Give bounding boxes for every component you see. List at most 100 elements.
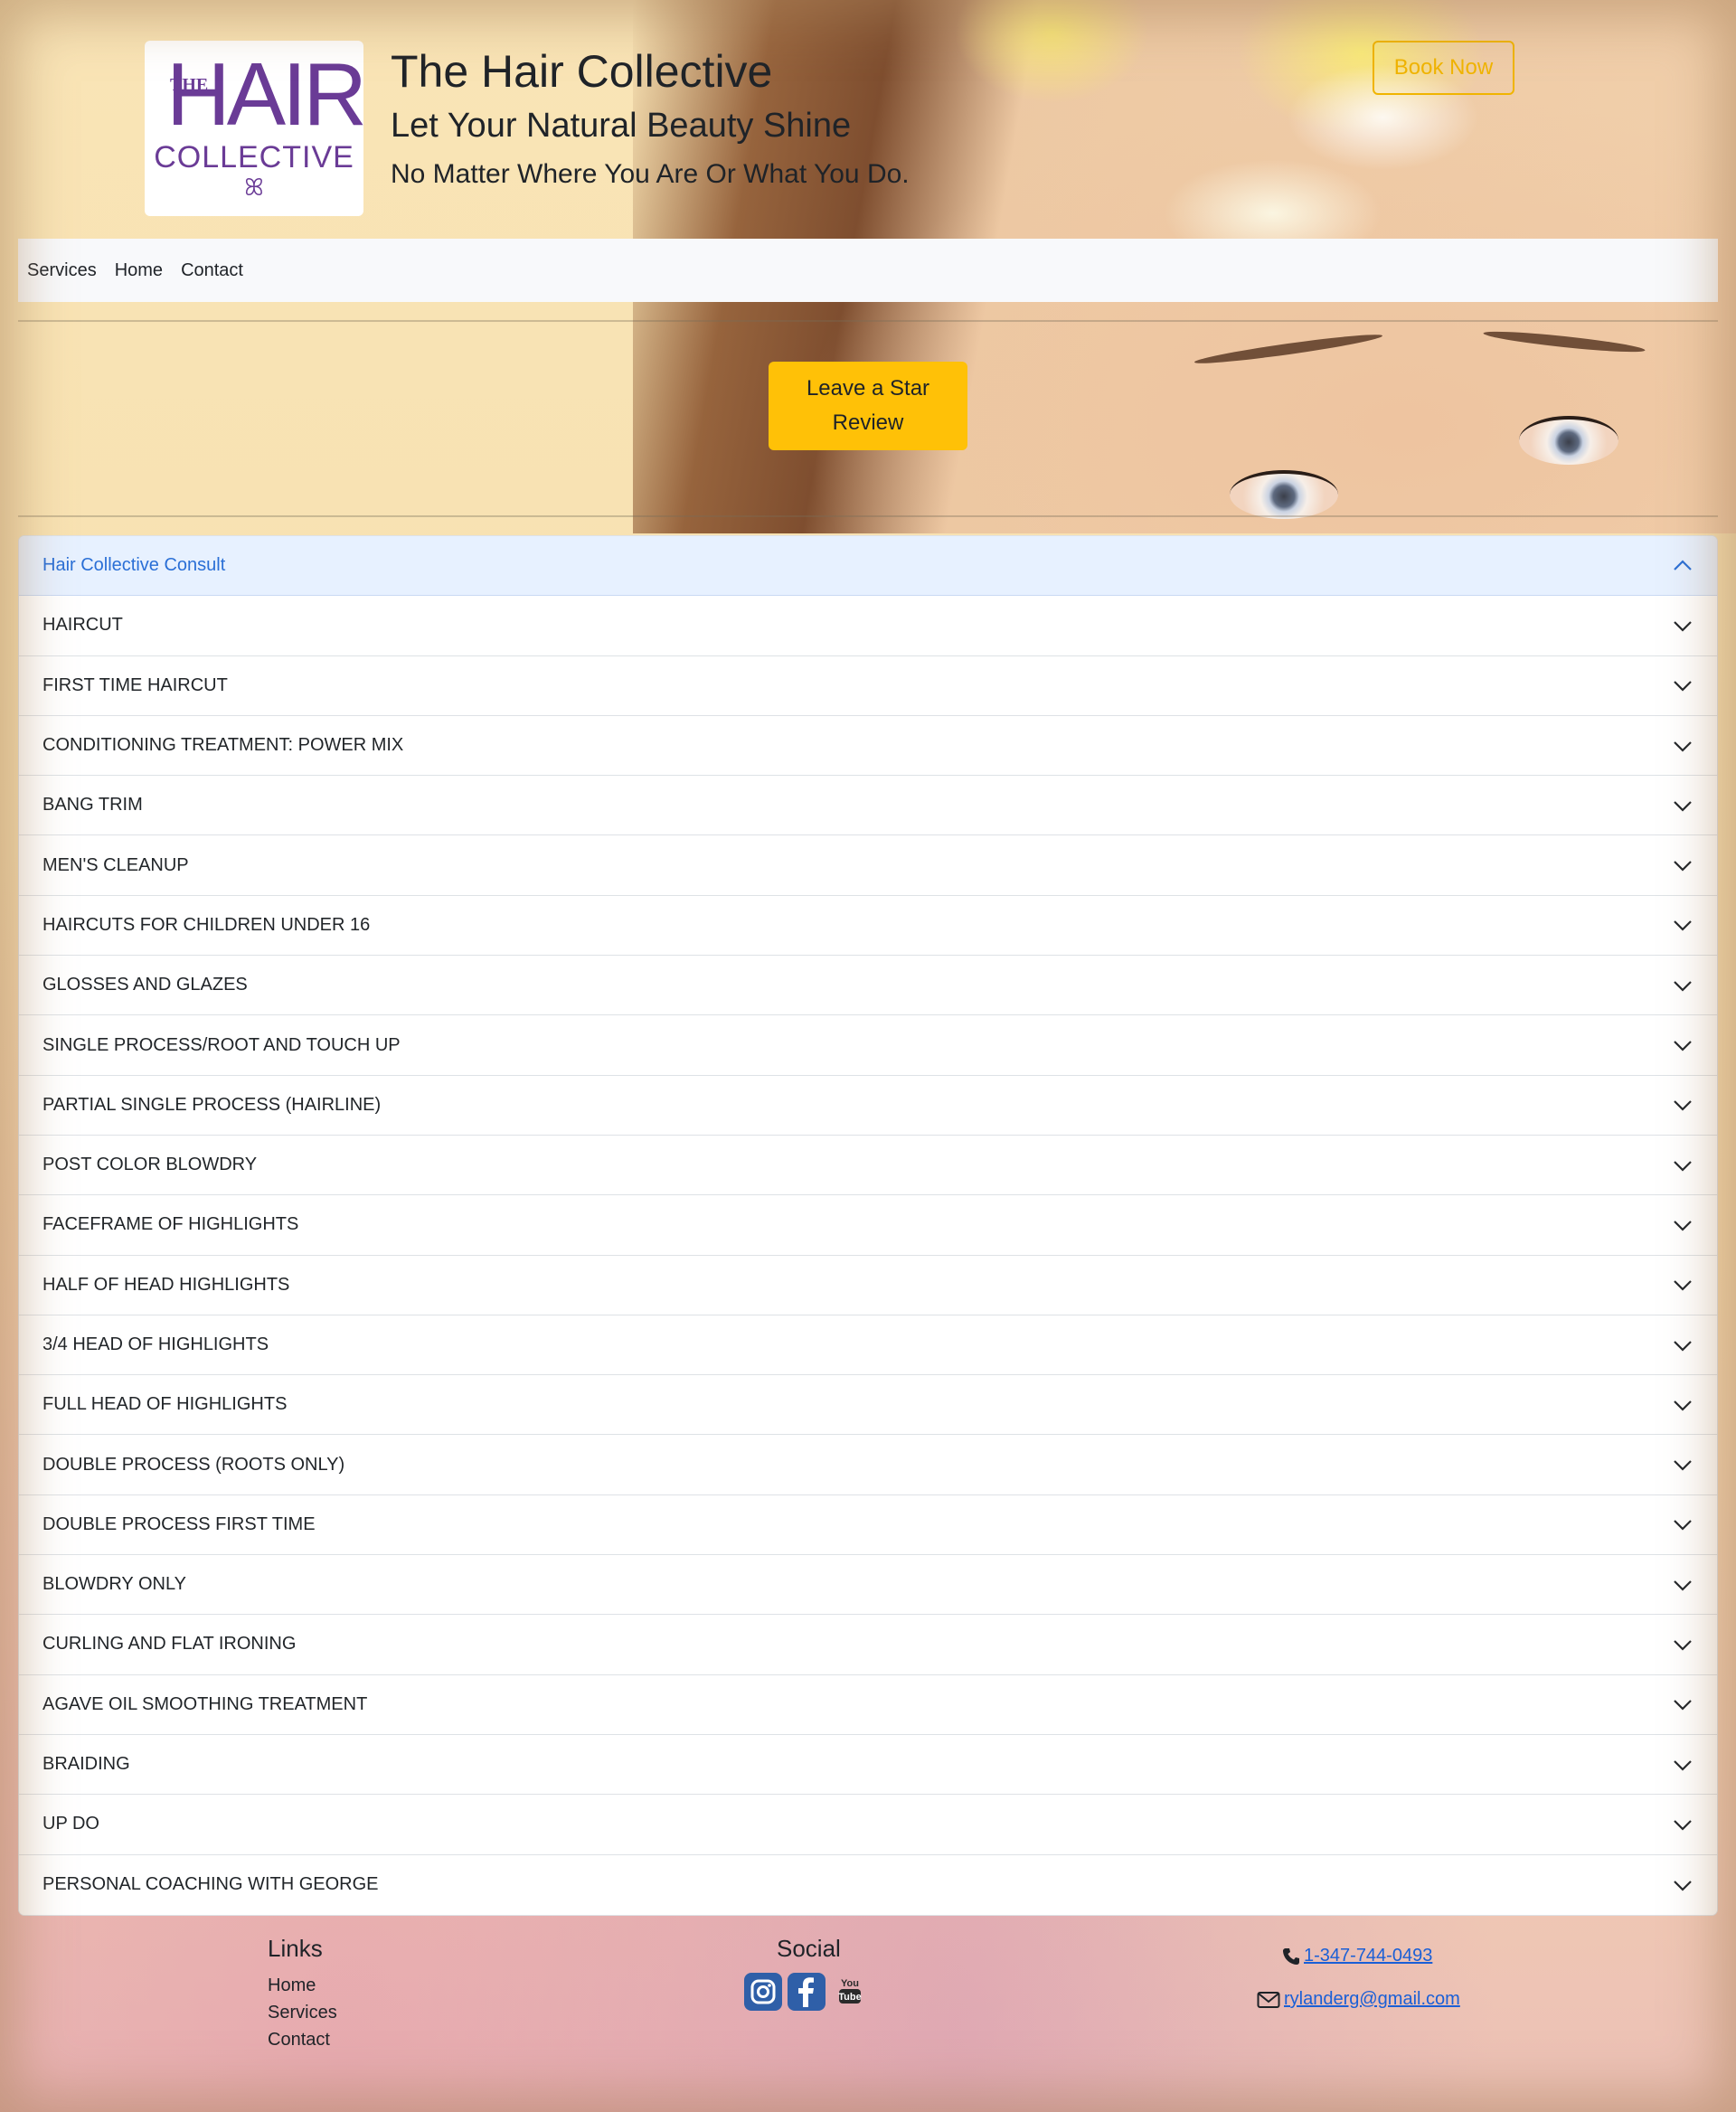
footer-link-home[interactable]: Home [268,1975,316,1996]
accordion-item-label: AGAVE OIL SMOOTHING TREATMENT [42,1693,368,1714]
accordion-item[interactable]: GLOSSES AND GLAZES [19,956,1717,1016]
accordion-item[interactable]: MEN'S CLEANUP [19,835,1717,896]
accordion-item-label: CURLING AND FLAT IRONING [42,1634,297,1655]
accordion-item[interactable]: UP DO [19,1795,1717,1855]
accordion-item[interactable]: DOUBLE PROCESS (ROOTS ONLY) [19,1435,1717,1495]
accordion-item-label: FULL HEAD OF HIGHLIGHTS [42,1394,288,1415]
chevron-down-icon [1674,1579,1692,1591]
accordion-item[interactable]: HAIRCUT [19,596,1717,656]
accordion-item-label: UP DO [42,1814,99,1834]
hero-eye-left [1230,470,1338,519]
accordion-item[interactable]: HALF OF HEAD HIGHLIGHTS [19,1255,1717,1315]
chevron-down-icon [1674,861,1692,872]
accordion-item-label: POST COLOR BLOWDRY [42,1155,258,1175]
accordion-item-label: PARTIAL SINGLE PROCESS (HAIRLINE) [42,1094,382,1115]
accordion-item-label: BANG TRIM [42,795,143,816]
footer-email-link[interactable]: rylanderg@gmail.com [1257,1989,1460,2010]
chevron-down-icon [1674,740,1692,752]
footer-phone-text: 1-347-744-0493 [1304,1946,1433,1966]
chevron-down-icon [1674,1221,1692,1231]
accordion-item-label: FIRST TIME HAIRCUT [42,674,228,695]
accordion-item[interactable]: DOUBLE PROCESS FIRST TIME [19,1494,1717,1556]
accordion-item[interactable]: FACEFRAME OF HIGHLIGHTS [19,1195,1717,1256]
facebook-icon[interactable] [788,1973,826,2011]
accordion-item[interactable]: BLOWDRY ONLY [19,1555,1717,1616]
site-subtagline: No Matter Where You Are Or What You Do. [391,159,910,189]
chevron-down-icon [1674,1400,1692,1411]
chevron-down-icon [1674,1640,1692,1651]
accordion-item-label: BRAIDING [42,1754,130,1775]
accordion-item-label: HAIRCUTS FOR CHILDREN UNDER 16 [42,914,371,935]
envelope-icon [1257,1991,1280,2008]
footer-link-services[interactable]: Services [268,2003,337,2023]
chevron-down-icon [1674,1880,1692,1891]
accordion-item[interactable]: BANG TRIM [19,776,1717,836]
hero-eye-right [1519,416,1618,465]
accordion-item-label: DOUBLE PROCESS (ROOTS ONLY) [42,1454,345,1475]
svg-text:Tube: Tube [838,1992,861,2003]
chevron-down-icon [1674,1160,1692,1172]
accordion-item[interactable]: PARTIAL SINGLE PROCESS (HAIRLINE) [19,1075,1717,1136]
chevron-up-icon [1674,560,1692,570]
chevron-down-icon [1674,1340,1692,1352]
chevron-down-icon [1674,980,1692,992]
divider-bottom [18,515,1718,517]
accordion-item[interactable]: CURLING AND FLAT IRONING [19,1615,1717,1675]
nav-link-contact[interactable]: Contact [181,260,243,281]
accordion-item[interactable]: CONDITIONING TREATMENT: POWER MIX [19,715,1717,777]
accordion-item-label: Hair Collective Consult [42,555,226,576]
chevron-down-icon [1674,1460,1692,1471]
main-navbar: Services Home Contact [18,239,1718,302]
youtube-icon[interactable]: You Tube [831,1973,869,2011]
chevron-down-icon [1674,801,1692,812]
accordion-item[interactable]: FIRST TIME HAIRCUT [19,655,1717,716]
accordion-item[interactable]: 3/4 HEAD OF HIGHLIGHTS [19,1315,1717,1376]
chevron-down-icon [1674,1280,1692,1291]
logo-flourish-icon: ꕤ [244,173,264,201]
accordion-item[interactable]: SINGLE PROCESS/ROOT AND TOUCH UP [19,1015,1717,1076]
nav-link-services[interactable]: Services [27,260,97,281]
accordion-item[interactable]: AGAVE OIL SMOOTHING TREATMENT [19,1674,1717,1735]
accordion-item[interactable]: Hair Collective Consult [19,536,1717,597]
chevron-down-icon [1674,681,1692,692]
accordion-item-label: BLOWDRY ONLY [42,1574,186,1595]
chevron-down-icon [1674,1520,1692,1531]
site-logo[interactable]: THE HAIR COLLECTIVE ꕤ [145,41,367,216]
accordion-item[interactable]: POST COLOR BLOWDRY [19,1135,1717,1196]
accordion-item-label: GLOSSES AND GLAZES [42,975,248,995]
accordion-item-label: HAIRCUT [42,615,123,636]
accordion-item[interactable]: HAIRCUTS FOR CHILDREN UNDER 16 [19,895,1717,957]
nav-link-home[interactable]: Home [115,260,163,281]
phone-icon [1283,1947,1299,1965]
book-now-button[interactable]: Book Now [1373,41,1514,95]
leave-review-button[interactable]: Leave a Star Review [769,362,967,450]
chevron-down-icon [1674,920,1692,931]
accordion-item-label: DOUBLE PROCESS FIRST TIME [42,1513,316,1534]
chevron-down-icon [1674,1100,1692,1111]
site-tagline: Let Your Natural Beauty Shine [391,107,852,145]
footer-link-contact[interactable]: Contact [268,2030,330,2051]
divider-top [18,320,1718,322]
instagram-icon[interactable] [744,1973,782,2011]
accordion-item[interactable]: PERSONAL COACHING WITH GEORGE [19,1854,1717,1915]
accordion-item-label: MEN'S CLEANUP [42,854,189,875]
accordion-item-label: SINGLE PROCESS/ROOT AND TOUCH UP [42,1034,401,1055]
chevron-down-icon [1674,1759,1692,1771]
logo-collective-text: COLLECTIVE [154,139,354,174]
accordion-item[interactable]: FULL HEAD OF HIGHLIGHTS [19,1375,1717,1436]
accordion-item-label: 3/4 HEAD OF HIGHLIGHTS [42,1334,269,1354]
chevron-down-icon [1674,1041,1692,1051]
chevron-down-icon [1674,1820,1692,1831]
services-accordion: Hair Collective Consult HAIRCUT FIRST TIME… [18,535,1718,1916]
chevron-down-icon [1674,1700,1692,1711]
site-title: The Hair Collective [391,46,773,97]
accordion-item-label: FACEFRAME OF HIGHLIGHTS [42,1214,299,1235]
footer-email-text: rylanderg@gmail.com [1284,1989,1460,2009]
chevron-down-icon [1674,621,1692,632]
accordion-item[interactable]: BRAIDING [19,1734,1717,1796]
footer-links-heading: Links [268,1935,323,1962]
accordion-item-label: HALF OF HEAD HIGHLIGHTS [42,1274,290,1295]
accordion-item-label: PERSONAL COACHING WITH GEORGE [42,1874,379,1895]
footer-phone-link[interactable]: 1-347-744-0493 [1282,1946,1432,1966]
svg-text:You: You [841,1978,859,1989]
